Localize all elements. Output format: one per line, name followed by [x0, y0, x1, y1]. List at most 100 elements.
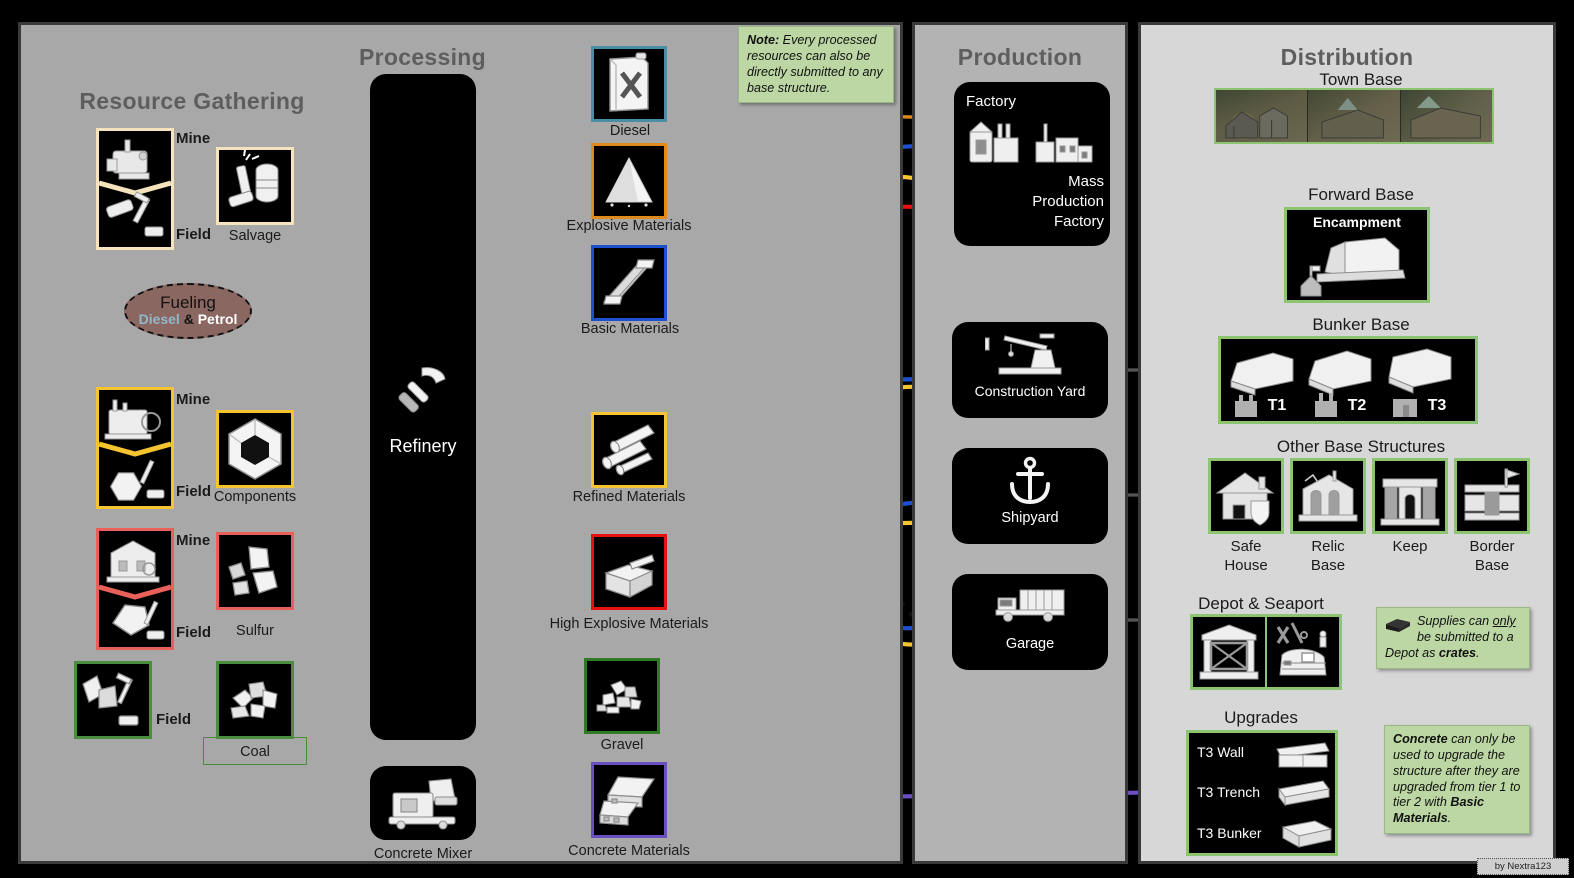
upgrade-t3-wall-label: T3 Wall [1197, 744, 1244, 760]
components-mine-label: Mine [176, 391, 211, 408]
explosive-materials-label: Explosive Materials [566, 218, 692, 234]
anchor-icon [1010, 456, 1050, 505]
construction-yard-label: Construction Yard [974, 383, 1086, 399]
factory-icon [968, 121, 1093, 163]
bunker-base-tile[interactable]: T1 T2 T3 [1218, 336, 1478, 424]
refined-materials-label: Refined Materials [572, 489, 686, 505]
fueling-node: Fueling Diesel & Petrol [124, 283, 252, 339]
keep-label: Keep [1392, 538, 1428, 555]
diesel-label: Diesel [609, 123, 651, 139]
refinery-icon [398, 367, 446, 413]
shipyard-node[interactable]: Shipyard [952, 448, 1108, 544]
sulfur-source-tile[interactable] [96, 528, 174, 650]
other-base-structures-title: Other Base Structures [1276, 437, 1446, 456]
refinery-node[interactable]: Refinery [370, 74, 476, 740]
components-tile[interactable] [216, 410, 294, 488]
note-processed-resources: Note: Every processed resources can also… [738, 26, 894, 104]
seaport-icon [1276, 622, 1327, 676]
note-supplies-crates: Supplies can only be submitted to a Depo… [1376, 607, 1530, 669]
border-base-label-1: Border [1469, 538, 1515, 555]
column-title-resource-gathering: Resource Gathering [79, 88, 305, 114]
salvage-source-tile[interactable] [96, 128, 174, 250]
coal-tile[interactable] [216, 661, 294, 739]
coal-label: Coal [240, 744, 270, 760]
encampment-label: Encampment [1313, 214, 1401, 230]
bunker-tier-3-label: T3 [1427, 397, 1447, 414]
refined-materials-tile[interactable] [591, 412, 667, 488]
upgrades-title: Upgrades [1224, 708, 1298, 727]
town-base-photo-2 [1308, 90, 1401, 142]
gravel-label: Gravel [600, 737, 644, 753]
flowchart-root: Resource Gathering Processing Mine Field [0, 0, 1574, 878]
keep-icon [1380, 478, 1440, 526]
mass-production-factory-label-2: Production [1032, 193, 1104, 210]
components-source-tile[interactable] [96, 387, 174, 509]
high-explosive-materials-tile[interactable] [591, 534, 667, 610]
note-concrete-upgrade: Concrete can only be used to upgrade the… [1384, 725, 1530, 835]
concrete-mixer-label: Concrete Mixer [373, 846, 473, 862]
crate-icon [1386, 619, 1410, 632]
sulfur-source-icon [99, 540, 171, 640]
fueling-diesel: Diesel [138, 310, 180, 327]
components-source-icon [99, 399, 171, 501]
refined-materials-icon [601, 424, 655, 476]
high-explosive-materials-icon [604, 554, 655, 599]
diesel-icon [609, 52, 649, 112]
depot-seaport-title: Depot & Seaport [1198, 594, 1324, 613]
high-explosive-materials-label: High Explosive Materials [549, 616, 709, 632]
upgrades-tile[interactable]: T3 Wall T3 Trench T3 Bunker [1186, 730, 1338, 856]
relic-base-tile[interactable] [1290, 458, 1366, 534]
basic-materials-tile[interactable] [591, 245, 667, 321]
depot-seaport-tile[interactable] [1190, 614, 1342, 690]
explosive-materials-tile[interactable] [591, 143, 667, 219]
border-base-label-2: Base [1474, 557, 1510, 574]
depot-icon-cell [1193, 617, 1267, 687]
forward-base-tile[interactable]: Encampment [1284, 207, 1430, 303]
salvage-label: Salvage [228, 228, 282, 244]
sulfur-label: Sulfur [236, 623, 274, 639]
concrete-materials-tile[interactable] [591, 762, 667, 838]
coal-icon [230, 681, 278, 719]
construction-yard-node[interactable]: Construction Yard [952, 322, 1108, 418]
column-title-processing: Processing [359, 44, 486, 70]
salvage-tile[interactable] [216, 147, 294, 225]
town-base-tile[interactable] [1214, 88, 1494, 144]
border-base-tile[interactable] [1454, 458, 1530, 534]
safe-house-tile[interactable] [1208, 458, 1284, 534]
bunker-tier-2-label: T2 [1347, 397, 1367, 414]
fueling-title: Fueling [160, 292, 216, 312]
bunker-tier-1-label: T1 [1267, 397, 1287, 414]
coal-field-label: Field [156, 711, 192, 728]
diesel-tile[interactable] [591, 46, 667, 122]
sulfur-tile[interactable] [216, 532, 294, 610]
basic-materials-label: Basic Materials [580, 321, 680, 337]
concrete-mixer-node[interactable] [370, 766, 476, 840]
salvage-icon [228, 150, 279, 208]
column-title-production: Production [957, 44, 1083, 70]
coal-source-icon [82, 672, 139, 726]
column-title-distribution: Distribution [1280, 44, 1414, 70]
gravel-tile[interactable] [584, 658, 660, 734]
relic-base-label-1: Relic [1311, 538, 1345, 555]
note-supplies-p3: . [1476, 645, 1480, 660]
fueling-petrol: Petrol [197, 310, 238, 327]
mass-production-factory-label-3: Factory [1053, 213, 1104, 230]
upgrade-t3-bunker-label: T3 Bunker [1197, 825, 1262, 841]
fueling-amp: & [179, 310, 198, 327]
keep-tile[interactable] [1372, 458, 1448, 534]
note-supplies-crates: crates [1438, 645, 1477, 660]
shipyard-label: Shipyard [1001, 510, 1059, 526]
encampment-icon [1300, 237, 1406, 297]
components-icon [228, 418, 282, 480]
coal-source-tile[interactable] [74, 661, 152, 739]
components-label: Components [213, 489, 297, 505]
forward-base-title: Forward Base [1308, 185, 1414, 204]
concrete-materials-icon [599, 776, 656, 826]
concrete-mixer-icon [388, 778, 458, 830]
factory-node[interactable]: Factory Mass Production Factory [954, 82, 1110, 246]
salvage-mine-label: Mine [176, 130, 211, 147]
garage-node[interactable]: Garage [952, 574, 1108, 670]
garage-label: Garage [1005, 636, 1055, 652]
mass-production-factory-label-1: Mass [1068, 173, 1104, 190]
seaport-icon-cell [1267, 617, 1339, 687]
